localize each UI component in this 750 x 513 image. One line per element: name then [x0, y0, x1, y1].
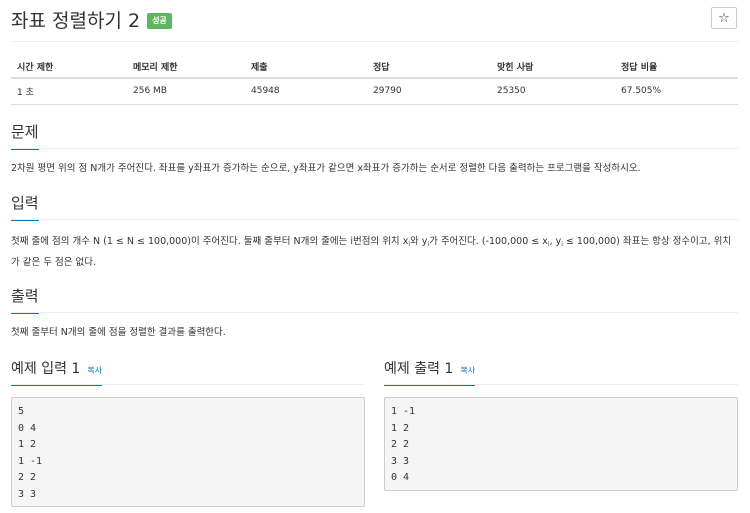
- title-row: 좌표 정렬하기 2 성공: [11, 6, 172, 33]
- code-line: 1 2: [18, 439, 37, 450]
- section-divider: [11, 312, 738, 313]
- code-line: 1 -1: [18, 455, 43, 467]
- sample-input-title: 예제 입력 1: [11, 361, 81, 377]
- status-badge: 성공: [147, 13, 172, 29]
- value-time-limit: 1 초: [11, 78, 127, 105]
- code-line: 2 2: [18, 472, 37, 483]
- copy-output-link[interactable]: 복사: [460, 365, 475, 376]
- section-input-heading: 입력: [11, 192, 39, 221]
- value-accept-ratio: 67.505%: [615, 78, 738, 105]
- input-text-part: , y: [549, 236, 562, 247]
- table-header-row: 시간 제한 메모리 제한 제출 정답 맞힌 사람 정답 비율: [11, 55, 738, 79]
- value-memory-limit: 256 MB: [127, 78, 245, 105]
- code-line: 1 2: [391, 422, 410, 434]
- page-title: 좌표 정렬하기 2: [11, 10, 141, 32]
- input-text-part: 와 y: [410, 236, 428, 247]
- header-solved-users: 맞힌 사람: [491, 55, 615, 79]
- code-line: 1 -1: [391, 406, 416, 417]
- output-description: 첫째 줄부터 N개의 줄에 점을 정렬한 결과를 출력한다.: [11, 327, 226, 338]
- value-submissions: 45948: [245, 78, 367, 105]
- header-time-limit: 시간 제한: [11, 55, 127, 79]
- section-divider: [11, 384, 365, 385]
- value-solved-users: 25350: [491, 78, 615, 105]
- section-divider: [11, 148, 738, 149]
- table-row: 1 초 256 MB 45948 29790 25350 67.505%: [11, 78, 738, 105]
- star-icon: ☆: [718, 10, 730, 26]
- sample-output-code[interactable]: 1 -1 1 2 2 2 3 3 0 4: [384, 397, 738, 491]
- input-text-part: 가 주어진다. (-100,000 ≤ x: [429, 236, 548, 247]
- header-submissions: 제출: [245, 55, 367, 79]
- section-divider: [11, 219, 738, 220]
- value-accepted: 29790: [367, 78, 491, 105]
- sample-output-heading: 예제 출력 1 복사: [384, 358, 476, 386]
- section-problem-heading: 문제: [11, 121, 39, 150]
- header-memory-limit: 메모리 제한: [127, 55, 245, 79]
- header-accept-ratio: 정답 비율: [615, 55, 738, 79]
- code-line: 0 4: [18, 422, 37, 434]
- sample-output-title: 예제 출력 1: [384, 361, 454, 377]
- problem-description: 2차원 평면 위의 점 N개가 주어진다. 좌표를 y좌표가 증가하는 순으로,…: [11, 163, 641, 174]
- section-divider: [384, 384, 738, 385]
- copy-input-link[interactable]: 복사: [87, 365, 102, 376]
- code-line: 0 4: [391, 472, 410, 483]
- sample-input-code[interactable]: 5 0 4 1 2 1 -1 2 2 3 3: [11, 397, 365, 507]
- problem-info-table: 시간 제한 메모리 제한 제출 정답 맞힌 사람 정답 비율 1 초 256 M…: [11, 55, 738, 105]
- section-output-heading: 출력: [11, 285, 39, 314]
- code-line: 5: [18, 406, 25, 417]
- input-text-part: 첫째 줄에 점의 개수 N (1 ≤ N ≤ 100,000)이 주어진다. 둘…: [11, 236, 409, 247]
- input-description: 첫째 줄에 점의 개수 N (1 ≤ N ≤ 100,000)이 주어진다. 둘…: [11, 233, 738, 272]
- code-line: 2 2: [391, 439, 410, 450]
- code-line: 3 3: [391, 455, 410, 467]
- star-button[interactable]: ☆: [711, 7, 737, 29]
- header-accepted: 정답: [367, 55, 491, 79]
- title-divider: [11, 41, 738, 42]
- sample-input-heading: 예제 입력 1 복사: [11, 358, 103, 386]
- code-line: 3 3: [18, 488, 37, 500]
